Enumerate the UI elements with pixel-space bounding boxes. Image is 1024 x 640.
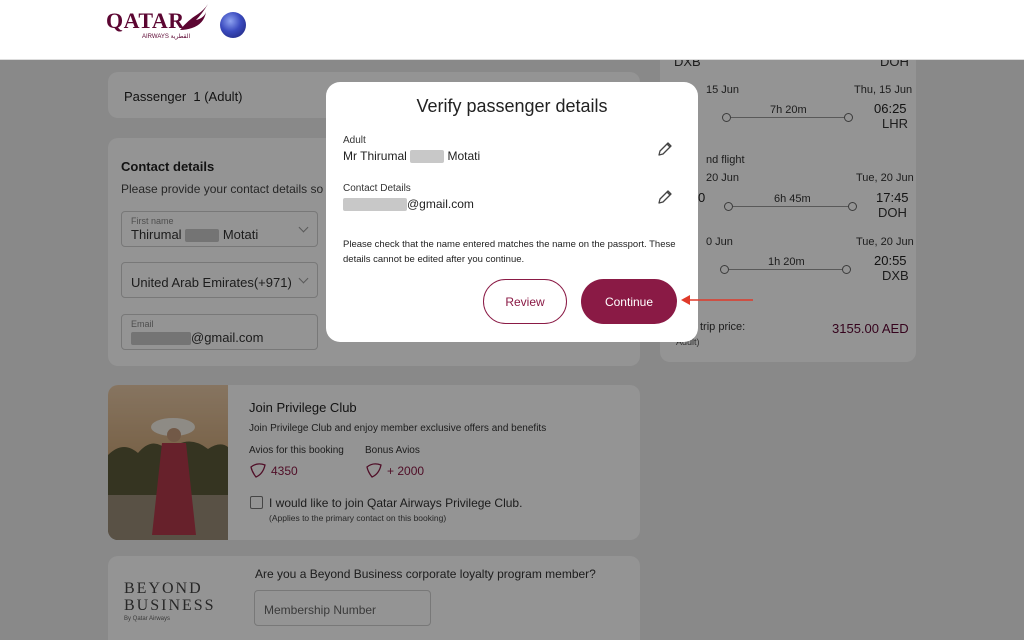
pencil-icon[interactable] [656,188,674,206]
qatar-airways-logo[interactable]: QATAR AIRWAYS القطرية [106,8,190,41]
oryx-logo-icon [180,4,208,30]
redacted-email [343,198,407,212]
adult-name-last: Motati [447,149,481,163]
review-button[interactable]: Review [483,279,567,324]
contact-details-label: Contact Details [343,183,411,194]
passport-name-note: Please check that the name entered match… [343,239,676,265]
redacted-name [410,150,445,164]
verify-passenger-modal: Verify passenger details Adult Mr Thirum… [326,82,698,342]
brand-name: QATAR [106,8,185,33]
adult-label: Adult [343,135,366,146]
site-header: QATAR AIRWAYS القطرية [0,0,1024,60]
adult-name-first: Mr Thirumal [343,149,407,163]
pencil-icon[interactable] [656,140,674,158]
continue-button[interactable]: Continue [581,279,677,324]
annotation-arrow-icon [681,295,753,305]
modal-title: Verify passenger details [416,96,608,116]
contact-email-value: @gmail.com [407,197,474,211]
oneworld-logo [220,12,246,38]
